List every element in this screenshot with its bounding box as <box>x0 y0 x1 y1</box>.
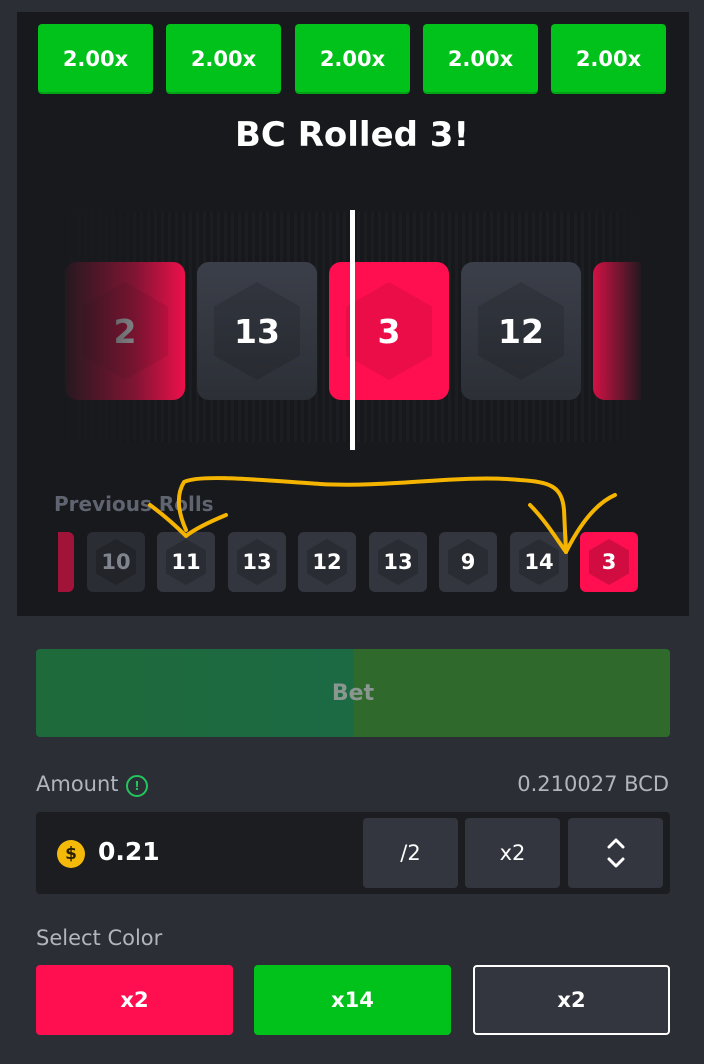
reel-tile-number: 3 <box>377 311 401 351</box>
previous-roll-chip: 13 <box>228 532 286 592</box>
double-amount-button[interactable]: x2 <box>465 818 560 888</box>
bet-button[interactable]: Bet <box>36 649 670 737</box>
multiplier-button[interactable]: 2.00x <box>166 24 281 94</box>
select-grey-button[interactable]: x2 <box>473 965 670 1035</box>
select-green-button[interactable]: x14 <box>254 965 451 1035</box>
reel-tile: 12 <box>461 262 581 400</box>
previous-roll-chip: 14 <box>510 532 568 592</box>
previous-roll-chip: 3 <box>580 532 638 592</box>
previous-roll-chip: 10 <box>87 532 145 592</box>
amount-label: Amount <box>36 772 119 796</box>
amount-range-button[interactable] <box>568 818 663 888</box>
previous-roll-chip <box>58 532 74 592</box>
select-color-label: Select Color <box>36 926 163 950</box>
reel-tile-number: 12 <box>498 311 544 351</box>
balance-value: 0.210027 BCD <box>517 772 669 796</box>
reel-fade-left <box>63 212 193 442</box>
previous-rolls-label: Previous Rolls <box>54 492 214 516</box>
info-icon[interactable]: ! <box>126 775 148 797</box>
reel-tile: 13 <box>197 262 317 400</box>
roll-result-title: BC Rolled 3! <box>235 115 469 155</box>
multiplier-button[interactable]: 2.00x <box>295 24 410 94</box>
reel-tile-number: 13 <box>234 311 280 351</box>
multiplier-row: 2.00x 2.00x 2.00x 2.00x 2.00x <box>38 24 668 96</box>
previous-roll-chip: 9 <box>439 532 497 592</box>
reel-tile-winning: 3 <box>329 262 449 400</box>
multiplier-button[interactable]: 2.00x <box>423 24 538 94</box>
half-amount-button[interactable]: /2 <box>363 818 458 888</box>
previous-roll-chip: 13 <box>369 532 427 592</box>
select-red-button[interactable]: x2 <box>36 965 233 1035</box>
amount-value[interactable]: 0.21 <box>98 837 160 866</box>
previous-roll-chip: 12 <box>298 532 356 592</box>
previous-roll-chip: 11 <box>157 532 215 592</box>
reel-fade-right <box>581 212 641 442</box>
coin-icon: $ <box>57 840 85 868</box>
multiplier-button[interactable]: 2.00x <box>551 24 666 94</box>
chevron-up-down-icon <box>607 838 624 868</box>
multiplier-button[interactable]: 2.00x <box>38 24 153 94</box>
reel-pointer <box>350 210 355 450</box>
previous-rolls-list: 10 11 13 12 13 9 14 3 <box>58 532 648 594</box>
